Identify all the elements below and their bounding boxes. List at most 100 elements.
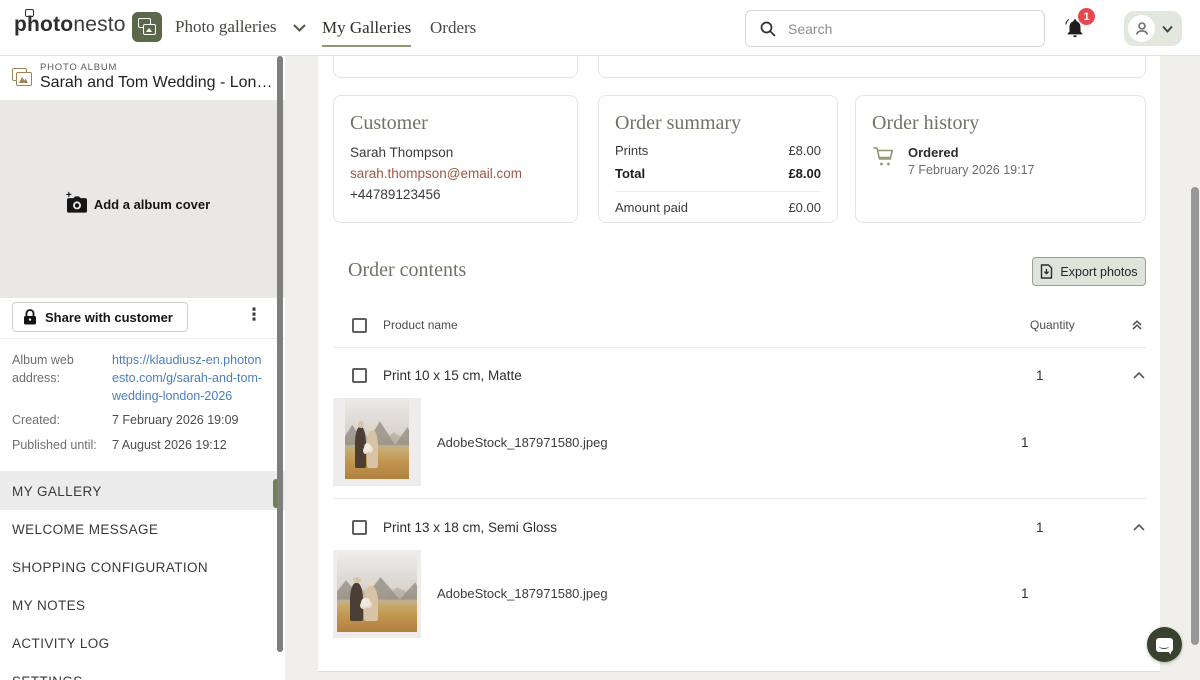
album-cover-area: + Add a album cover (0, 100, 285, 298)
account-menu-button[interactable] (1124, 11, 1182, 46)
album-web-address-link[interactable]: https://klaudiusz-en.photonesto.com/g/sa… (112, 351, 264, 405)
product-quantity: 1 (1036, 368, 1044, 383)
top-bar: photonesto Photo galleries My Galleries … (0, 0, 1200, 56)
order-table-header: Product name Quantity (333, 308, 1145, 342)
order-history-event: Ordered 7 February 2026 19:17 (872, 145, 1129, 177)
sidebar-scrollbar[interactable] (277, 56, 283, 652)
page-scrollbar[interactable] (1191, 187, 1199, 645)
photo-quantity: 1 (1021, 435, 1029, 450)
tab-orders[interactable]: Orders (430, 18, 476, 38)
lock-icon (23, 309, 37, 325)
photo-album-icon (12, 68, 34, 88)
app-window: photonesto Photo galleries My Galleries … (0, 0, 1200, 680)
published-row: Published until: 7 August 2026 19:12 (12, 436, 273, 454)
notifications-button[interactable]: 1 (1064, 16, 1094, 44)
select-all-checkbox[interactable] (352, 318, 367, 333)
customer-card: Customer Sarah Thompson sarah.thompson@e… (333, 95, 578, 223)
table-row: Print 13 x 18 cm, Semi Gloss 1 (333, 511, 1145, 543)
album-header: PHOTO ALBUM Sarah and Tom Wedding - Lon… (0, 56, 285, 100)
file-download-icon (1040, 264, 1053, 279)
customer-name: Sarah Thompson (350, 145, 561, 160)
add-album-cover-button[interactable]: + Add a album cover (0, 196, 277, 213)
collapse-all-icon[interactable] (1130, 318, 1144, 332)
sidebar-nav: MY GALLERY WELCOME MESSAGE SHOPPING CONF… (0, 472, 285, 680)
table-divider (333, 347, 1146, 348)
published-value: 7 August 2026 19:12 (112, 436, 227, 454)
photo-filename: AdobeStock_187971580.jpeg (437, 586, 608, 601)
chevron-down-icon (1162, 25, 1173, 33)
share-row: Share with customer ⋮ (0, 298, 285, 338)
search-box[interactable] (745, 10, 1045, 47)
summary-divider (615, 191, 821, 192)
photo-thumbnail[interactable] (333, 550, 421, 638)
amount-paid-value: £0.00 (788, 200, 821, 215)
photo-thumbnail[interactable] (333, 398, 421, 486)
tab-my-galleries[interactable]: My Galleries (322, 18, 411, 47)
order-history-title: Order history (872, 112, 1129, 135)
partial-card-top-left (333, 56, 578, 78)
product-quantity: 1 (1036, 520, 1044, 535)
order-date: 7 February 2026 19:17 (908, 163, 1034, 177)
album-title: Sarah and Tom Wedding - Lon… (40, 74, 280, 92)
prints-value: £8.00 (788, 143, 821, 158)
row-checkbox[interactable] (352, 368, 367, 383)
total-value: £8.00 (788, 166, 821, 181)
logo[interactable]: photonesto (14, 13, 126, 37)
order-summary-card: Order summary Prints £8.00 Total £8.00 A… (598, 95, 838, 223)
album-info-section: Album web address: https://klaudiusz-en.… (0, 338, 285, 472)
photo-quantity: 1 (1021, 586, 1029, 601)
sidebar-item-activity-log[interactable]: ACTIVITY LOG (0, 624, 285, 662)
share-with-customer-button[interactable]: Share with customer (12, 302, 188, 332)
product-name: Print 10 x 15 cm, Matte (383, 368, 522, 383)
search-icon (760, 21, 776, 37)
customer-phone: +44789123456 (350, 187, 561, 202)
export-photos-button[interactable]: Export photos (1032, 257, 1146, 286)
product-name: Print 13 x 18 cm, Semi Gloss (383, 520, 557, 535)
published-label: Published until: (12, 436, 112, 454)
album-more-menu[interactable]: ⋮ (242, 301, 266, 329)
photo-galleries-icon (132, 12, 162, 42)
table-row: Print 10 x 15 cm, Matte 1 (333, 359, 1145, 391)
sidebar-item-shopping-configuration[interactable]: SHOPPING CONFIGURATION (0, 548, 285, 586)
quantity-column-header: Quantity (1030, 318, 1075, 332)
partial-card-top-right (598, 56, 1146, 78)
summary-paid-row: Amount paid £0.00 (615, 200, 821, 215)
web-address-label: Album web address: (12, 351, 112, 405)
customer-email-link[interactable]: sarah.thompson@email.com (350, 166, 561, 181)
customer-card-title: Customer (350, 112, 561, 135)
sidebar-item-my-notes[interactable]: MY NOTES (0, 586, 285, 624)
chevron-down-icon (293, 23, 306, 32)
prints-label: Prints (615, 143, 648, 158)
sidebar-item-my-gallery[interactable]: MY GALLERY (0, 472, 285, 510)
created-label: Created: (12, 411, 112, 429)
photo-filename: AdobeStock_187971580.jpeg (437, 435, 608, 450)
gallery-selector-label: Photo galleries (175, 17, 277, 37)
gallery-type-selector[interactable]: Photo galleries (132, 12, 306, 42)
chevron-up-icon[interactable] (1132, 371, 1146, 380)
chat-icon (1156, 638, 1173, 652)
table-divider (333, 498, 1146, 499)
order-detail-panel: Customer Sarah Thompson sarah.thompson@e… (318, 56, 1160, 672)
avatar (1128, 15, 1155, 42)
album-web-address-row: Album web address: https://klaudiusz-en.… (12, 351, 273, 405)
search-input[interactable] (788, 21, 1018, 37)
logo-camera-p: p (14, 13, 27, 37)
share-button-label: Share with customer (45, 310, 173, 325)
chat-widget-button[interactable] (1147, 627, 1182, 662)
order-history-card: Order history Ordered 7 February 2026 19… (855, 95, 1146, 223)
order-contents-title: Order contents (348, 259, 466, 282)
sidebar-item-welcome-message[interactable]: WELCOME MESSAGE (0, 510, 285, 548)
created-row: Created: 7 February 2026 19:09 (12, 411, 273, 429)
export-button-label: Export photos (1060, 265, 1137, 279)
product-name-column-header: Product name (383, 318, 458, 332)
album-sidebar: PHOTO ALBUM Sarah and Tom Wedding - Lon…… (0, 56, 285, 680)
cart-icon (872, 145, 896, 169)
summary-prints-row: Prints £8.00 (615, 143, 821, 158)
camera-plus-icon: + (67, 196, 87, 213)
sidebar-item-settings[interactable]: SETTINGS (0, 662, 285, 680)
row-checkbox[interactable] (352, 520, 367, 535)
chevron-up-icon[interactable] (1132, 523, 1146, 532)
album-type-label: PHOTO ALBUM (40, 62, 117, 73)
notification-badge: 1 (1078, 8, 1095, 25)
person-icon (1134, 21, 1150, 37)
